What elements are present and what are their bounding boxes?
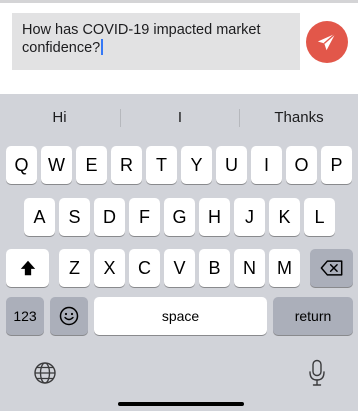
text-caret	[101, 39, 103, 55]
key-t[interactable]: T	[146, 146, 177, 184]
key-c[interactable]: C	[129, 249, 160, 287]
key-m[interactable]: M	[269, 249, 300, 287]
shift-arrow-icon	[20, 260, 35, 276]
message-composer: How has COVID-19 impacted market confide…	[0, 0, 358, 94]
backspace-icon	[320, 260, 342, 276]
key-y[interactable]: Y	[181, 146, 212, 184]
key-b[interactable]: B	[199, 249, 230, 287]
emoji-key[interactable]	[50, 297, 88, 335]
key-x[interactable]: X	[94, 249, 125, 287]
top-divider	[0, 0, 358, 3]
message-text: How has COVID-19 impacted market confide…	[22, 22, 261, 56]
key-g[interactable]: G	[164, 198, 195, 236]
suggestion-bar: Hi I Thanks	[0, 99, 358, 135]
key-d[interactable]: D	[94, 198, 125, 236]
key-j[interactable]: J	[234, 198, 265, 236]
space-key[interactable]: space	[94, 297, 267, 335]
key-u[interactable]: U	[216, 146, 247, 184]
home-indicator	[118, 402, 244, 406]
key-z[interactable]: Z	[59, 249, 90, 287]
message-input[interactable]: How has COVID-19 impacted market confide…	[12, 13, 300, 70]
delete-key[interactable]	[310, 249, 353, 287]
key-n[interactable]: N	[234, 249, 265, 287]
key-k[interactable]: K	[269, 198, 300, 236]
key-e[interactable]: E	[76, 146, 107, 184]
key-a[interactable]: A	[24, 198, 55, 236]
numbers-key[interactable]: 123	[6, 297, 44, 335]
key-v[interactable]: V	[164, 249, 195, 287]
key-q[interactable]: Q	[6, 146, 37, 184]
key-i[interactable]: I	[251, 146, 282, 184]
key-s[interactable]: S	[59, 198, 90, 236]
dictation-button[interactable]	[305, 358, 329, 388]
key-p[interactable]: P	[321, 146, 352, 184]
keyboard: Hi I Thanks Q W E R T Y U I O P A S D F …	[0, 94, 358, 411]
key-o[interactable]: O	[286, 146, 317, 184]
suggestion-thanks[interactable]: Thanks	[240, 99, 358, 135]
key-l[interactable]: L	[304, 198, 335, 236]
globe-icon	[34, 362, 56, 384]
key-f[interactable]: F	[129, 198, 160, 236]
microphone-icon	[309, 359, 325, 386]
suggestion-hi[interactable]: Hi	[0, 99, 119, 135]
shift-key[interactable]	[6, 249, 49, 287]
return-key[interactable]: return	[273, 297, 353, 335]
key-w[interactable]: W	[41, 146, 72, 184]
paper-plane-icon	[317, 33, 336, 51]
suggestion-i[interactable]: I	[121, 99, 239, 135]
emoji-icon	[59, 306, 79, 326]
globe-button[interactable]	[32, 360, 58, 386]
send-button[interactable]	[306, 21, 348, 63]
key-h[interactable]: H	[199, 198, 230, 236]
key-r[interactable]: R	[111, 146, 142, 184]
